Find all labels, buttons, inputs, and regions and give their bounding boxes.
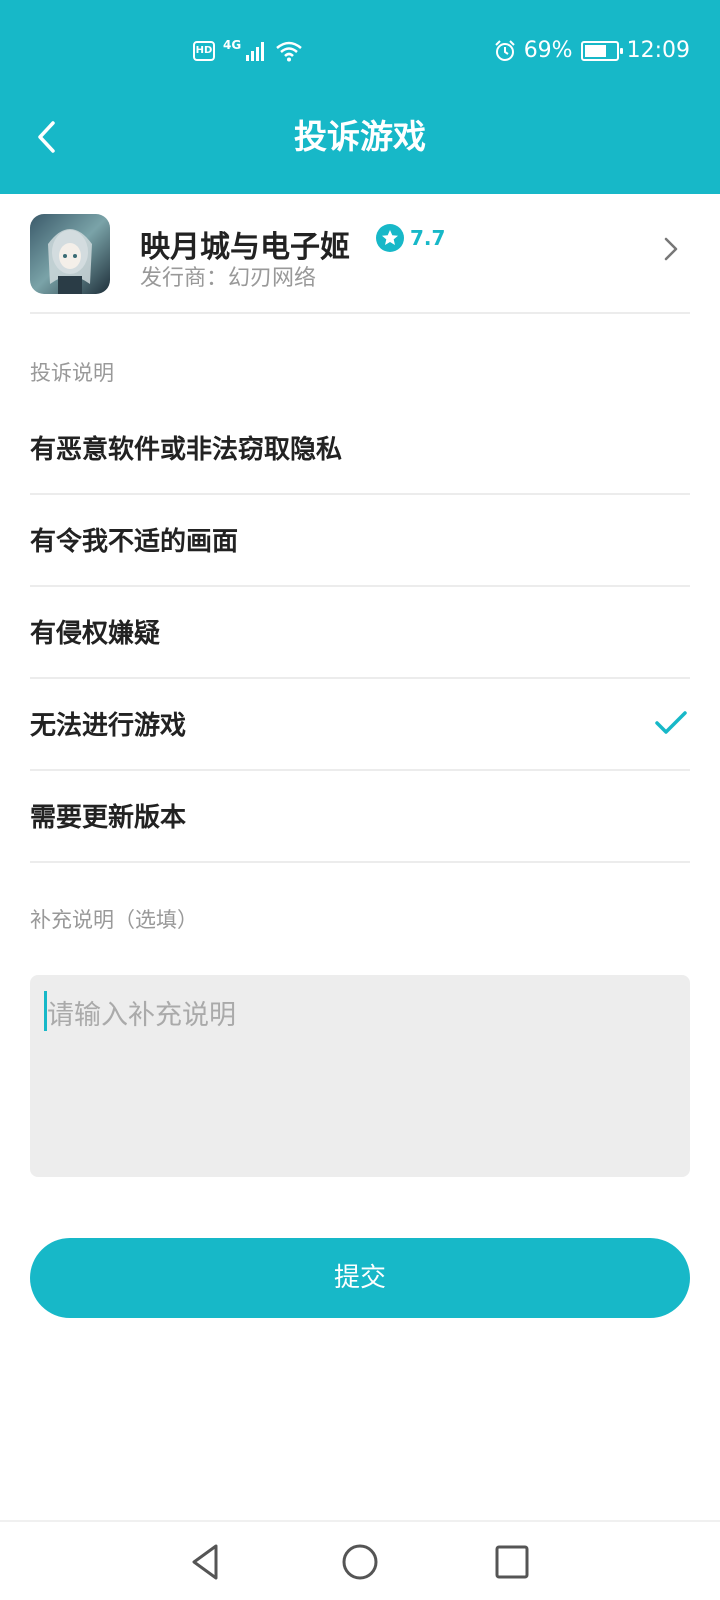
wifi-icon [276, 41, 303, 62]
reason-option[interactable]: 有令我不适的画面 [30, 495, 690, 587]
star-badge-icon [376, 224, 404, 252]
reason-label: 无法进行游戏 [30, 711, 187, 741]
home-circle-icon[interactable] [338, 1540, 382, 1584]
system-nav-bar [0, 1520, 720, 1600]
app-header: HD 4G 69% 12:09 投诉游戏 [0, 0, 720, 194]
reason-option[interactable]: 需要更新版本 [30, 771, 690, 863]
rating-value: 7.7 [410, 226, 446, 250]
game-rating: 7.7 [376, 224, 445, 252]
status-right-icons: 69% 12:09 [494, 38, 690, 63]
reason-option[interactable]: 有恶意软件或非法窃取隐私 [30, 403, 690, 495]
reason-label: 有侵权嫌疑 [30, 619, 161, 649]
supplement-placeholder: 请输入补充说明 [47, 1000, 236, 1031]
publisher-text: 发行商：幻刃网络 [140, 266, 317, 291]
supplement-input[interactable]: 请输入补充说明 [30, 975, 690, 1177]
battery-percent: 69% [523, 38, 573, 63]
page-title: 投诉游戏 [294, 117, 426, 156]
chevron-right-icon [664, 237, 678, 261]
reason-label: 需要更新版本 [30, 803, 187, 833]
back-triangle-icon[interactable] [184, 1540, 228, 1584]
supplement-section-label: 补充说明（选填） [30, 908, 198, 932]
status-time: 12:09 [626, 38, 690, 63]
status-left-icons: HD 4G [193, 38, 303, 62]
recents-square-icon[interactable] [490, 1540, 534, 1584]
complaint-section-label: 投诉说明 [30, 361, 114, 385]
reason-label: 有令我不适的画面 [30, 527, 239, 557]
network-type-label: 4G [223, 38, 242, 52]
reason-option[interactable]: 无法进行游戏 [30, 679, 690, 771]
reason-label: 有恶意软件或非法窃取隐私 [30, 435, 343, 465]
reason-option[interactable]: 有侵权嫌疑 [30, 587, 690, 679]
game-cover-icon [30, 214, 110, 294]
game-info-row[interactable]: 映月城与电子姬 7.7 发行商：幻刃网络 [30, 210, 690, 314]
status-bar: HD 4G 69% 12:09 [0, 0, 720, 100]
alarm-icon [494, 39, 515, 61]
hd-icon: HD [193, 41, 215, 61]
checkmark-icon [655, 711, 687, 734]
battery-icon [580, 40, 623, 61]
signal-icon [246, 42, 265, 61]
submit-button[interactable]: 提交 [30, 1238, 690, 1318]
